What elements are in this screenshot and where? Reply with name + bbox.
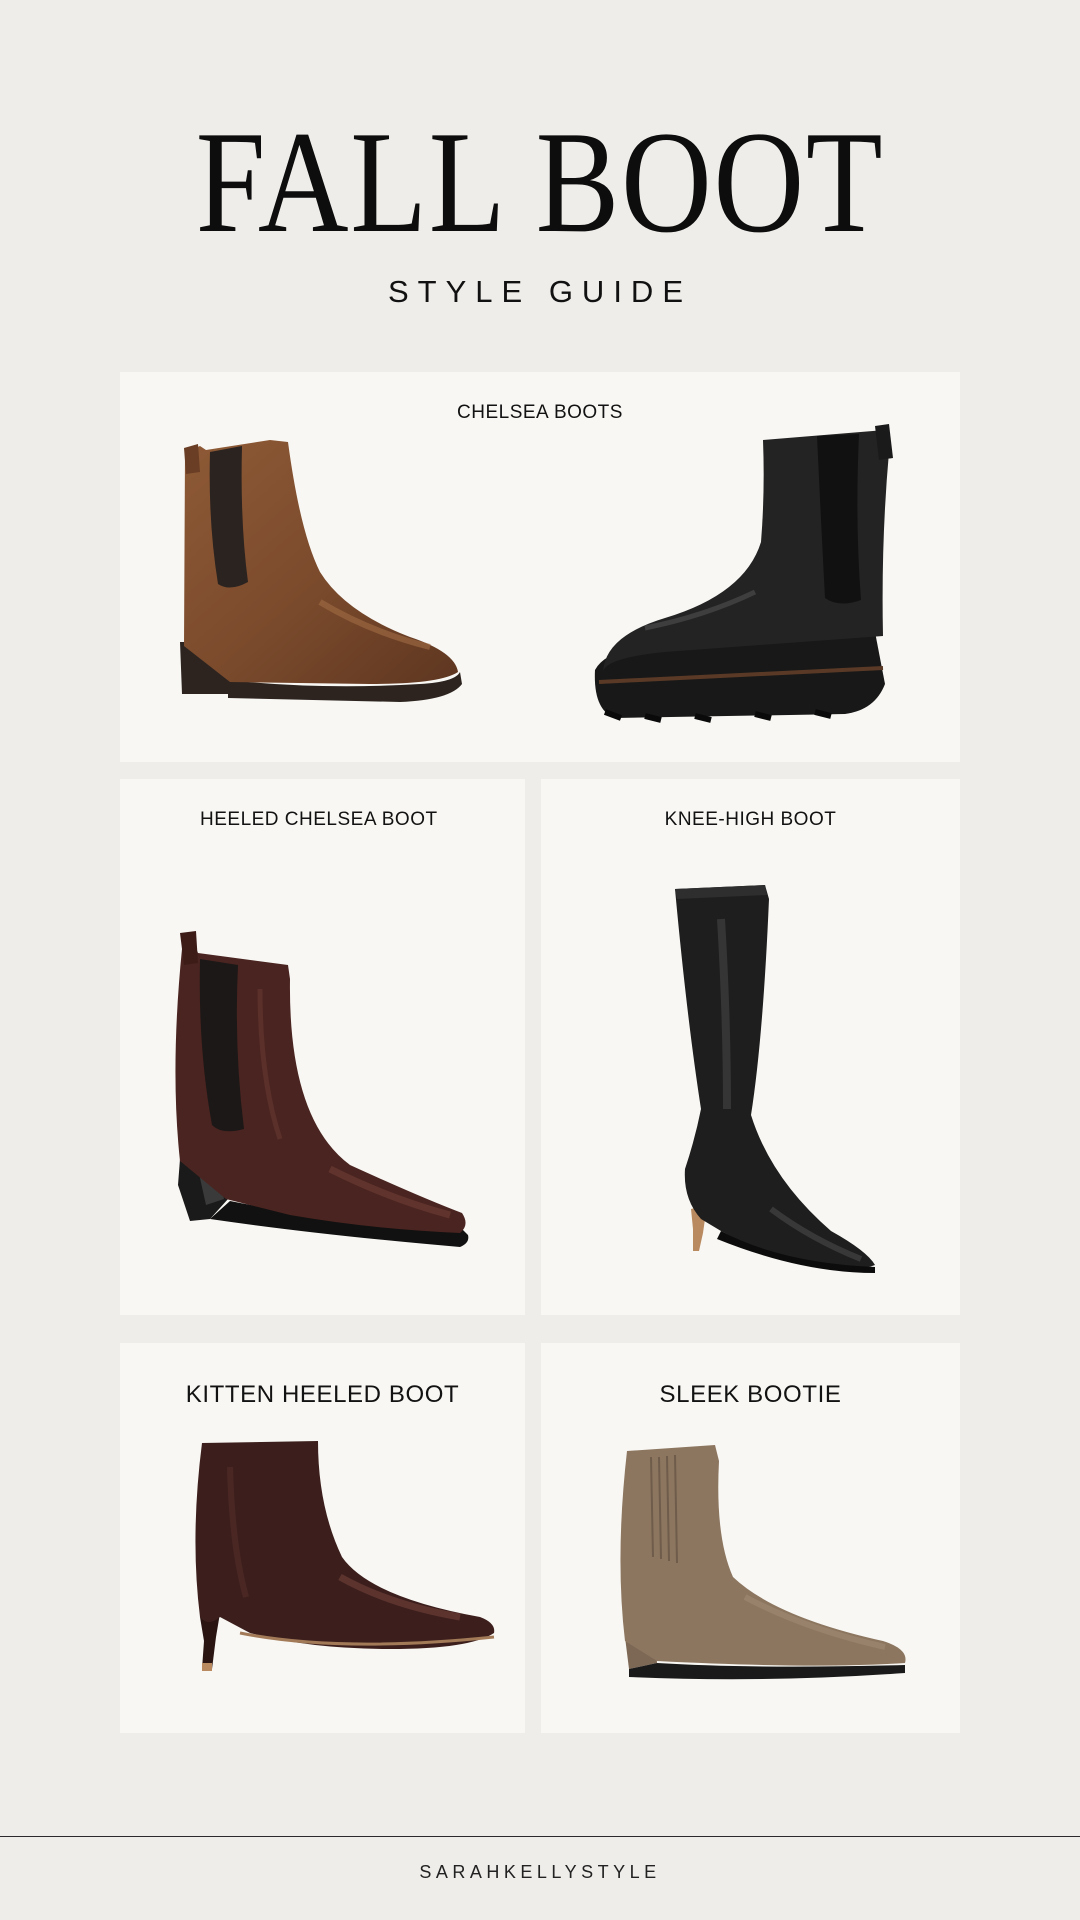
oxblood-heeled-chelsea-boot-image [175, 931, 469, 1247]
footer-brand: SARAHKELLYSTYLE [419, 1862, 661, 1882]
card-label-kitten-heeled-boot: KITTEN HEELED BOOT [185, 1381, 460, 1408]
page-subtitle: STYLE GUIDE [388, 274, 692, 309]
black-lug-chelsea-boot-image [594, 424, 893, 723]
card-label-heeled-chelsea-boot: HEELED CHELSEA BOOT [200, 809, 438, 830]
page-title: FALL BOOT [195, 101, 885, 263]
card-label-chelsea-boots: CHELSEA BOOTS [457, 402, 623, 423]
card-kitten-heeled-boot: KITTEN HEELED BOOT [120, 1343, 525, 1733]
brown-chelsea-boot-image [180, 440, 462, 702]
card-chelsea-boots: CHELSEA BOOTS [120, 372, 960, 762]
card-label-sleek-bootie: SLEEK BOOTIE [659, 1381, 842, 1408]
style-guide-page: FALL BOOT STYLE GUIDE CHELSEA BOOTS HEEL… [0, 0, 1080, 1920]
card-knee-high-boot: KNEE-HIGH BOOT [541, 779, 960, 1315]
card-heeled-chelsea-boot: HEELED CHELSEA BOOT [120, 779, 525, 1315]
black-knee-high-boot-image [675, 885, 875, 1273]
card-sleek-bootie: SLEEK BOOTIE [541, 1343, 960, 1733]
card-label-knee-high-boot: KNEE-HIGH BOOT [664, 809, 837, 830]
burgundy-kitten-heel-boot-image [195, 1441, 495, 1671]
footer-divider [0, 1836, 1080, 1837]
taupe-suede-bootie-image [620, 1445, 906, 1680]
